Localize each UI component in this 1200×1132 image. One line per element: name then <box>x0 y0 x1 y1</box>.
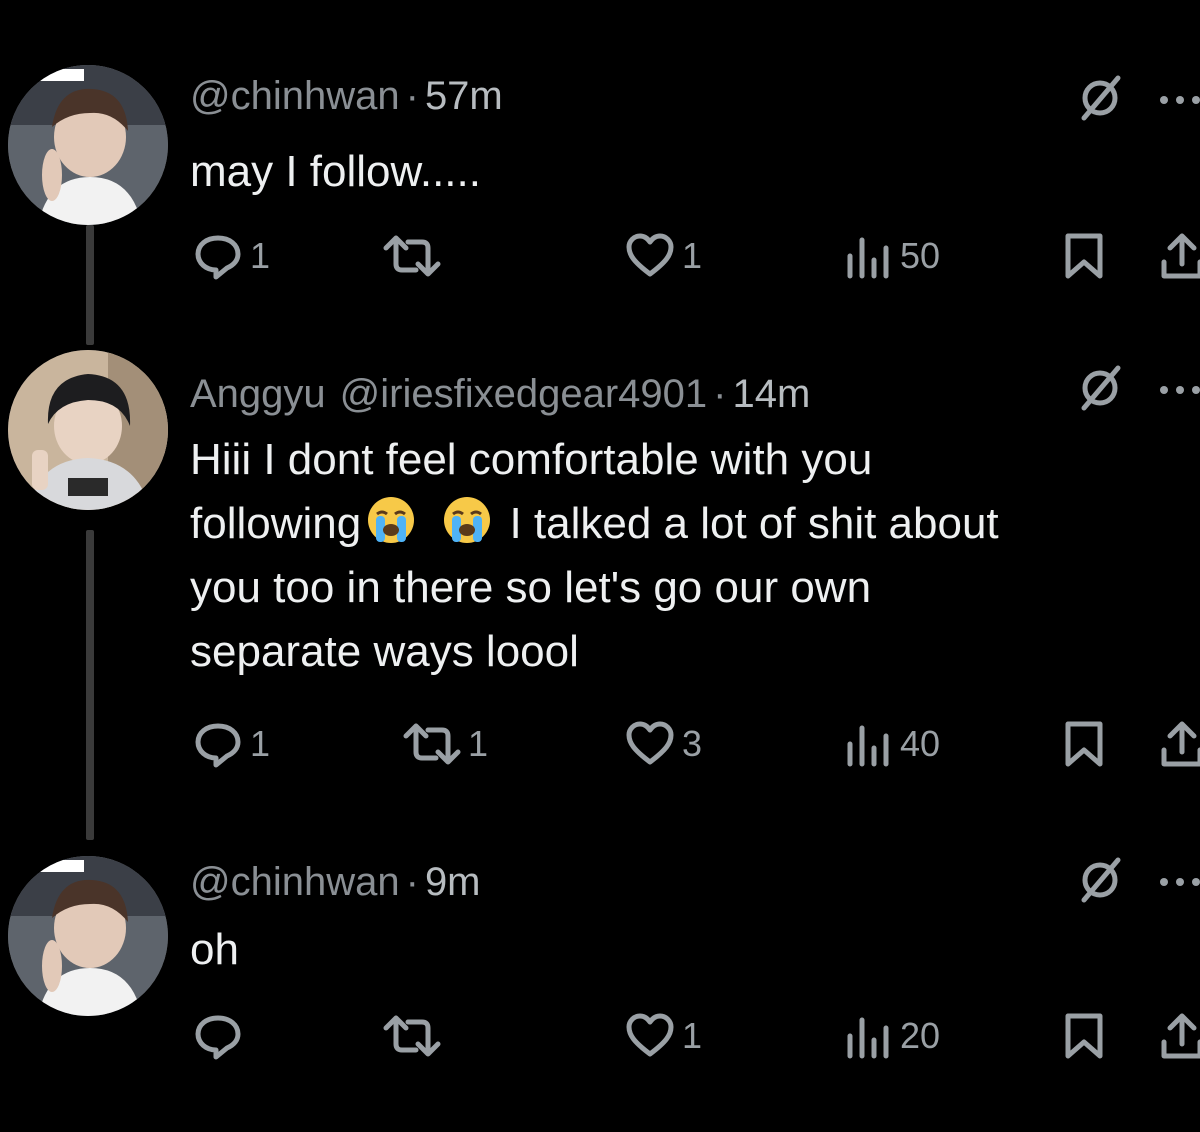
like-icon <box>626 1013 674 1057</box>
separator-dot: · <box>405 859 419 904</box>
tweet-3: @chinhwan · 9m oh 1 20 <box>0 0 1200 1132</box>
like-button[interactable]: 1 <box>624 1006 702 1066</box>
hidden-icon[interactable] <box>1072 852 1128 908</box>
author-handle[interactable]: @chinhwan <box>190 860 400 905</box>
views-button[interactable]: 20 <box>842 1006 940 1066</box>
bookmark-button[interactable] <box>1058 1006 1110 1066</box>
share-icon <box>1161 1013 1200 1059</box>
avatar-photo-icon <box>8 856 168 1016</box>
bookmark-icon <box>1065 1013 1103 1059</box>
more-icon[interactable] <box>1150 852 1200 908</box>
tweet-text-line: oh <box>190 925 239 974</box>
views-count: 20 <box>900 1015 941 1056</box>
repost-icon <box>383 1015 441 1057</box>
like-count: 1 <box>682 1015 703 1056</box>
reply-icon <box>195 1015 241 1060</box>
avatar[interactable] <box>8 856 168 1016</box>
timestamp[interactable]: 9m <box>425 860 481 905</box>
reply-button[interactable] <box>192 1006 250 1066</box>
views-icon <box>847 1017 889 1059</box>
share-button[interactable] <box>1156 1006 1200 1066</box>
tweet-text: oh <box>190 918 239 982</box>
tweet-header: @chinhwan · 9m <box>190 852 481 912</box>
repost-button[interactable] <box>382 1006 448 1066</box>
